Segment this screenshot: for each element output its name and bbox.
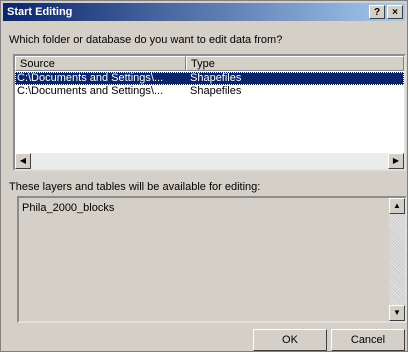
- title-bar[interactable]: Start Editing ? ×: [3, 3, 405, 21]
- scroll-right-icon[interactable]: ▶: [388, 153, 404, 169]
- list-item: Phila_2000_blocks: [22, 202, 115, 214]
- vertical-scrollbar[interactable]: ▲ ▼: [389, 198, 405, 321]
- list-header: Source Type: [15, 56, 404, 71]
- ok-button[interactable]: OK: [253, 329, 327, 351]
- column-header-source[interactable]: Source: [15, 56, 186, 71]
- layers-list[interactable]: Phila_2000_blocks ▲ ▼: [17, 196, 407, 323]
- cancel-button[interactable]: Cancel: [331, 329, 405, 351]
- row-source: C:\Documents and Settings\...: [17, 85, 164, 97]
- start-editing-dialog: Start Editing ? × Which folder or databa…: [0, 0, 408, 352]
- horizontal-scrollbar[interactable]: ◀ ▶: [15, 153, 404, 169]
- close-button[interactable]: ×: [387, 5, 403, 19]
- source-prompt-label: Which folder or database do you want to …: [9, 34, 283, 46]
- table-row[interactable]: C:\Documents and Settings\... Shapefiles: [15, 72, 404, 85]
- window-title: Start Editing: [7, 6, 73, 18]
- source-list[interactable]: Source Type C:\Documents and Settings\..…: [13, 54, 406, 171]
- layers-label: These layers and tables will be availabl…: [9, 181, 261, 193]
- scroll-left-icon[interactable]: ◀: [15, 153, 31, 169]
- help-button[interactable]: ?: [369, 5, 385, 19]
- row-source: C:\Documents and Settings\...: [17, 72, 164, 84]
- column-header-type[interactable]: Type: [186, 56, 404, 71]
- scroll-down-icon[interactable]: ▼: [389, 305, 405, 321]
- row-type: Shapefiles: [190, 85, 242, 97]
- row-type: Shapefiles: [190, 72, 242, 84]
- scroll-up-icon[interactable]: ▲: [389, 198, 405, 214]
- table-row[interactable]: C:\Documents and Settings\... Shapefiles: [15, 85, 404, 98]
